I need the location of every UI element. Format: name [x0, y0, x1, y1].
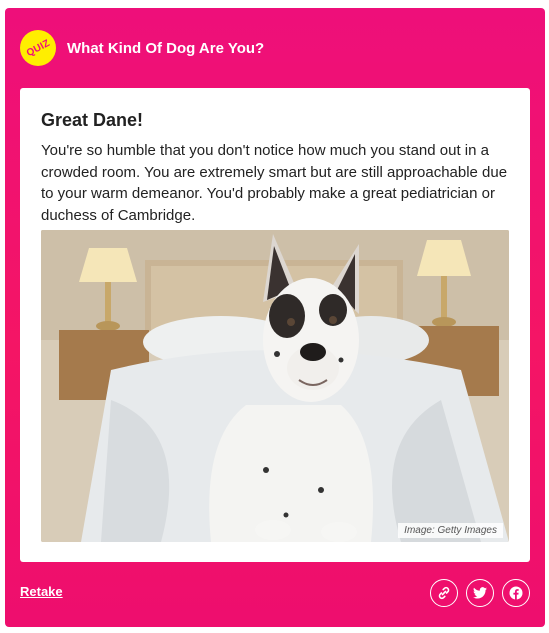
great-dane-photo — [41, 230, 509, 542]
quiz-card: QUIZ What Kind Of Dog Are You? Great Dan… — [5, 8, 545, 627]
result-description: You're so humble that you don't notice h… — [41, 142, 508, 224]
image-credit: Image: Getty Images — [398, 523, 503, 538]
quiz-header: QUIZ What Kind Of Dog Are You? — [20, 30, 264, 66]
result-title: Great Dane! — [41, 110, 144, 130]
link-icon — [438, 586, 450, 600]
result-image: Image: Getty Images — [41, 230, 509, 542]
quiz-badge-text: QUIZ — [24, 37, 52, 59]
retake-link[interactable]: Retake — [20, 584, 63, 599]
share-facebook-button[interactable] — [502, 579, 530, 607]
quiz-badge: QUIZ — [20, 30, 56, 66]
twitter-icon — [473, 587, 487, 599]
facebook-icon — [509, 586, 523, 600]
share-buttons — [430, 579, 530, 607]
quiz-title: What Kind Of Dog Are You? — [67, 39, 265, 57]
copy-link-button[interactable] — [430, 579, 458, 607]
result-panel: Great Dane! You're so humble that you do… — [20, 88, 530, 562]
share-twitter-button[interactable] — [466, 579, 494, 607]
